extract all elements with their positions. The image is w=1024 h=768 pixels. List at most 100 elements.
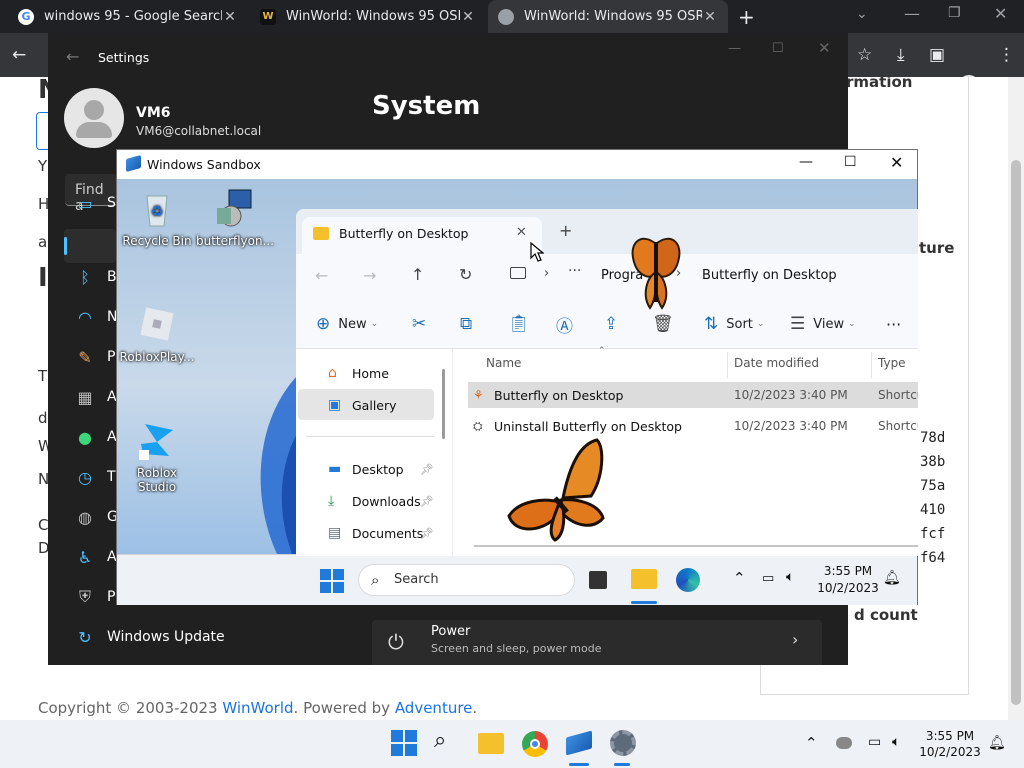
edge-icon[interactable]: [676, 568, 700, 592]
new-label: New: [338, 316, 367, 332]
pin-icon[interactable]: 📌︎: [420, 495, 434, 508]
settings-gear-icon[interactable]: [610, 730, 636, 756]
close-icon[interactable]: ✕: [222, 9, 238, 25]
desktop-icon[interactable]: Roblox Studio: [118, 420, 196, 494]
close-window-icon[interactable]: ✕: [994, 4, 1007, 23]
new-tab-icon[interactable]: +: [559, 221, 572, 240]
side-panel-icon[interactable]: ▣: [929, 45, 945, 65]
sidebar-item[interactable]: ⤓ Downloads 📌︎: [296, 486, 436, 516]
desktop-icon[interactable]: RobloxPlay...: [118, 304, 196, 364]
nav-item[interactable]: ◷ T: [75, 467, 116, 487]
start-icon[interactable]: [390, 729, 418, 757]
power-card[interactable]: ⏻ Power Screen and sleep, power mode ›: [372, 620, 822, 665]
shield-icon: ⛨: [78, 587, 91, 606]
adventure-link[interactable]: Adventure: [395, 699, 473, 717]
share-button[interactable]: ⇪: [604, 299, 618, 349]
browser-tab[interactable]: W WinWorld: Windows 95 OSR 2 ✕: [250, 0, 486, 33]
menu-kebab-icon[interactable]: ⋮: [998, 45, 1015, 65]
view-button[interactable]: ☰ View ⌄: [790, 299, 856, 349]
back-arrow-icon[interactable]: ←: [12, 45, 26, 65]
column-type[interactable]: Type: [878, 356, 906, 370]
nav-item[interactable]: ▦ A: [75, 387, 116, 407]
minimize-icon[interactable]: —: [799, 154, 813, 170]
file-row[interactable]: ⚘ Butterfly on Desktop 10/2/2023 3:40 PM Sh…: [468, 382, 918, 408]
up-arrow-icon[interactable]: ↑: [411, 265, 424, 284]
network-icon[interactable]: ▭: [868, 734, 881, 750]
download-icon[interactable]: ⤓: [897, 45, 905, 65]
sidebar-scrollbar[interactable]: [442, 369, 445, 439]
browser-tab-active[interactable]: WinWorld: Windows 95 OSR2 (C ✕: [488, 0, 728, 33]
onedrive-icon[interactable]: [836, 737, 852, 749]
sort-button[interactable]: ⇅ Sort ⌄: [704, 299, 764, 349]
bell-icon[interactable]: 🔔︎: [988, 735, 1006, 751]
scrollbar-thumb[interactable]: [1011, 160, 1021, 705]
maximize-icon[interactable]: ☐: [844, 154, 857, 170]
close-icon[interactable]: ✕: [460, 9, 476, 25]
winworld-link[interactable]: WinWorld: [222, 699, 293, 717]
close-icon[interactable]: ✕: [516, 225, 527, 240]
chevron-up-icon[interactable]: ⌃: [733, 569, 746, 587]
nav-item[interactable]: ᛒB: [75, 267, 116, 287]
more-options-button[interactable]: ···: [886, 299, 901, 349]
clock-date[interactable]: 10/2/2023: [817, 581, 879, 595]
chevron-down-icon[interactable]: ⌄: [856, 6, 868, 22]
breadcrumb-current[interactable]: Butterfly on Desktop: [702, 268, 837, 283]
column-date-modified[interactable]: Date modified: [734, 356, 819, 370]
horizontal-scrollbar[interactable]: [474, 545, 918, 547]
rename-button[interactable]: Ⓐ: [556, 299, 573, 349]
file-explorer-icon[interactable]: [631, 569, 657, 589]
chrome-icon[interactable]: [522, 731, 548, 757]
nav-item[interactable]: ▭ S: [75, 193, 115, 213]
star-icon[interactable]: ☆: [857, 45, 872, 65]
nav-item[interactable]: ↻ Windows Update: [75, 627, 224, 647]
bell-icon[interactable]: 🔔︎: [883, 570, 901, 586]
network-icon[interactable]: ▭: [762, 571, 774, 586]
new-tab-button[interactable]: +: [738, 5, 755, 29]
minimize-icon[interactable]: —: [728, 41, 741, 56]
start-icon[interactable]: [320, 569, 344, 593]
sidebar-item[interactable]: ▬ Desktop 📌︎: [296, 454, 436, 484]
close-icon[interactable]: ✕: [890, 153, 903, 172]
desktop-icon[interactable]: ♻ Recycle Bin: [118, 188, 196, 248]
sidebar-item[interactable]: ▣ Gallery: [296, 390, 436, 420]
cut-button[interactable]: ✂: [412, 299, 426, 349]
close-icon[interactable]: ✕: [702, 9, 718, 25]
restore-icon[interactable]: ❐: [948, 5, 961, 21]
clock-date[interactable]: 10/2/2023: [918, 745, 982, 759]
task-view-icon[interactable]: [589, 571, 607, 589]
file-row[interactable]: ⛭ Uninstall Butterfly on Desktop 10/2/2023…: [468, 413, 918, 439]
breadcrumb-more[interactable]: ···: [568, 263, 581, 279]
column-name[interactable]: Name: [486, 356, 521, 370]
browser-tab[interactable]: G windows 95 - Google Search ✕: [8, 0, 248, 33]
sidebar-item[interactable]: ⌂ Home: [296, 358, 436, 388]
back-arrow-icon[interactable]: ←: [66, 47, 79, 66]
this-pc-icon[interactable]: [510, 267, 526, 279]
explorer-tab[interactable]: Butterfly on Desktop ✕: [302, 217, 542, 254]
pin-icon[interactable]: 📌︎: [420, 463, 434, 476]
file-explorer-icon[interactable]: [478, 733, 504, 754]
nav-item[interactable]: ♿︎ A: [75, 547, 117, 567]
new-button[interactable]: ⊕ New ⌄: [316, 299, 378, 349]
chevron-up-icon[interactable]: ⌃: [805, 734, 818, 752]
volume-icon[interactable]: 🔈︎: [786, 569, 794, 585]
close-icon[interactable]: ✕: [818, 39, 831, 57]
pin-icon[interactable]: 📌︎: [420, 527, 434, 540]
refresh-icon[interactable]: ↻: [459, 265, 472, 284]
clock-time[interactable]: 3:55 PM: [918, 729, 982, 743]
nav-item[interactable]: ◍ G: [75, 507, 118, 527]
desktop-icon[interactable]: butterflyon...: [196, 188, 274, 248]
forward-arrow-icon[interactable]: →: [363, 266, 376, 285]
minimize-icon[interactable]: —: [904, 4, 920, 23]
copy-button[interactable]: ⧉: [460, 299, 472, 349]
nav-item[interactable]: ◠ N: [75, 307, 117, 327]
paste-button[interactable]: 📋︎: [508, 299, 530, 349]
clock-time[interactable]: 3:55 PM: [817, 564, 879, 578]
search-icon[interactable]: ⌕: [434, 728, 446, 753]
sidebar-item[interactable]: ▤ Documents 📌︎: [296, 518, 436, 548]
maximize-icon[interactable]: ☐: [772, 41, 784, 56]
taskbar-search[interactable]: ⌕ Search: [358, 564, 575, 596]
nav-item[interactable]: ✎ P: [75, 347, 115, 367]
volume-muted-icon[interactable]: 🔈︎: [892, 734, 900, 750]
back-arrow-icon[interactable]: ←: [315, 266, 328, 285]
nav-item[interactable]: ● A: [75, 427, 117, 447]
